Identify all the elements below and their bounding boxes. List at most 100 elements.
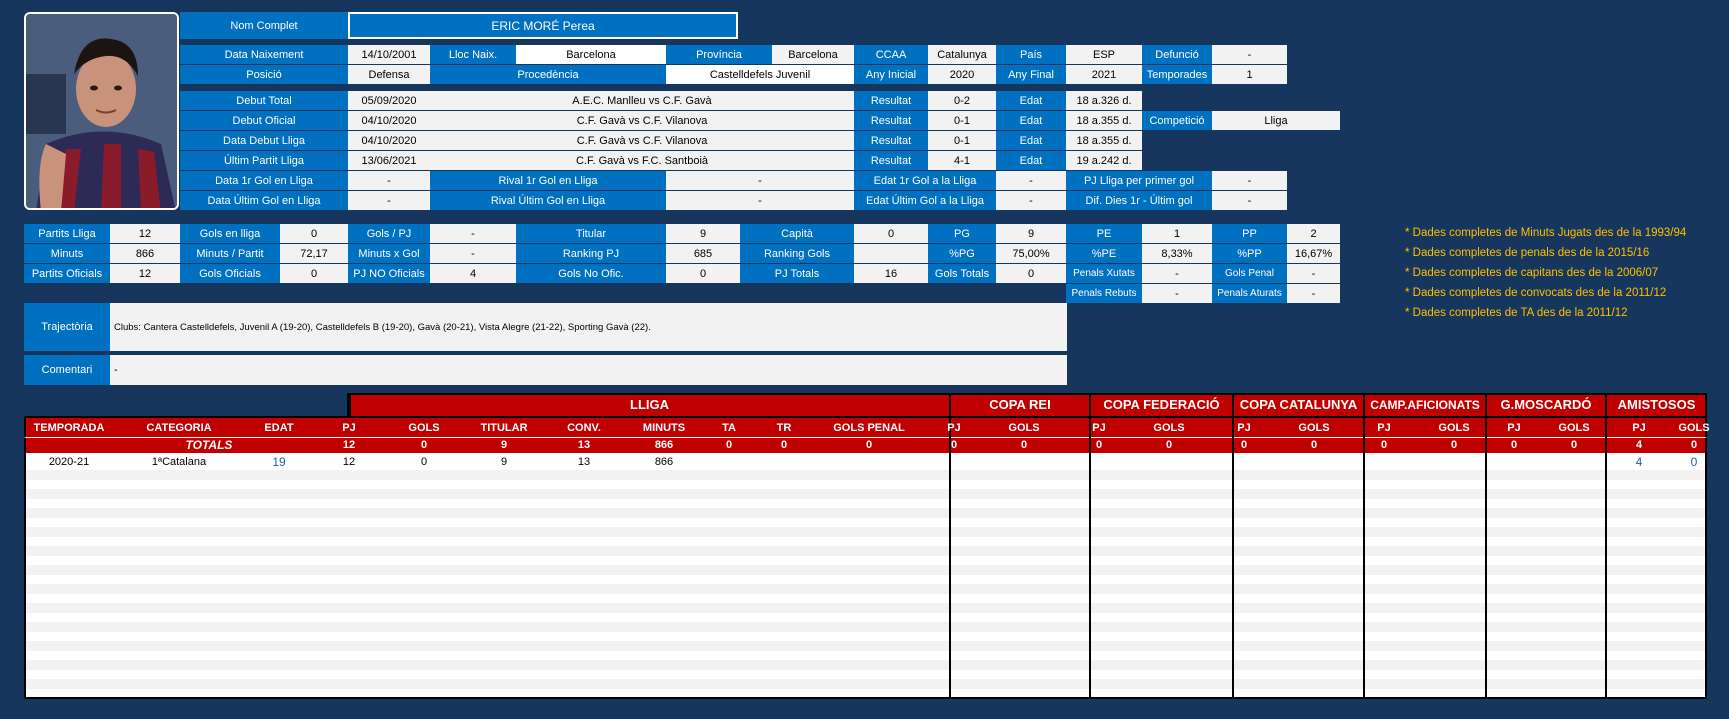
totals-conv: 13	[577, 439, 591, 451]
debut-age: 18 a.326 d.	[1066, 91, 1142, 110]
penals-rebuts-label: Penals Rebuts	[1066, 284, 1142, 303]
column-header-copa-rei-pj: PJ	[947, 421, 961, 434]
totals-pj: 12	[342, 439, 356, 451]
totals-minuts: 866	[654, 439, 674, 451]
totals-copa-rei-pj: 0	[950, 439, 958, 451]
pct-pp-label: %PP	[1212, 244, 1287, 263]
cell-categoria: 1ªCatalana	[151, 455, 207, 468]
debut-age: 19 a.242 d.	[1066, 151, 1142, 170]
cell-camp-afic-gols	[1424, 453, 1484, 470]
goal-age-label: Edat 1r Gol a la Lliga	[854, 171, 996, 190]
seasons-value: 1	[1212, 65, 1287, 84]
seasons-label: Temporades	[1142, 65, 1212, 84]
penals-rebuts-value: -	[1142, 284, 1212, 303]
partits-lliga-value: 12	[110, 224, 180, 243]
goal-info-value: -	[348, 191, 430, 210]
gols-totals-value: 0	[996, 264, 1066, 283]
column-header-moscardo-pj: PJ	[1507, 421, 1521, 434]
goal-extra-label: Dif. Dies 1r - Últim gol	[1066, 191, 1212, 210]
position-value: Defensa	[348, 65, 430, 84]
cell-moscardo-gols	[1544, 453, 1604, 470]
min-partit-label: Minuts / Partit	[180, 244, 280, 263]
debut-age-label: Edat	[996, 91, 1066, 110]
table-row	[26, 565, 1705, 575]
group-header-camp-aficionats: CAMP.AFICIONATS	[1370, 397, 1480, 412]
totals-camp-afic-gols: 0	[1450, 439, 1458, 451]
full-name-label: Nom Complet	[180, 12, 348, 39]
data-note: * Dades completes de Minuts Jugats des d…	[1405, 227, 1687, 239]
debut-result-label: Resultat	[854, 111, 928, 130]
column-header-categoria: CATEGORIA	[146, 421, 212, 434]
gols-oficials-value: 0	[280, 264, 348, 283]
column-header-ta: TA	[722, 421, 736, 434]
pj-no-oficials-label: PJ NO Oficials	[348, 264, 430, 283]
ranking-gols-label: Ranking Gols	[740, 244, 854, 263]
pe-label: PE	[1066, 224, 1142, 243]
debut-age-label: Edat	[996, 111, 1066, 130]
cell-temporada: 2020-21	[48, 455, 90, 468]
debut-label: Debut Oficial	[180, 111, 348, 130]
start-year-value: 2020	[928, 65, 996, 84]
position-label: Posició	[180, 65, 348, 84]
partits-oficials-label: Partits Oficials	[24, 264, 110, 283]
totals-tr: 0	[780, 439, 788, 451]
goal-age-value: -	[996, 171, 1066, 190]
gols-penal-value: -	[1287, 264, 1340, 283]
data-note: * Dades completes de TA des de la 2011/1…	[1405, 307, 1628, 319]
cell-copa-cat-pj	[1204, 453, 1284, 470]
goal-info-label: Data Últim Gol en Lliga	[180, 191, 348, 210]
table-row	[26, 470, 1705, 480]
goal-extra-value: -	[1212, 191, 1287, 210]
table-row	[26, 660, 1705, 670]
table-row	[26, 679, 1705, 689]
ccaa-label: CCAA	[854, 45, 928, 64]
ccaa-value: Catalunya	[928, 45, 996, 64]
debut-label: Data Debut Lliga	[180, 131, 348, 150]
cell-copa-fed-pj	[1064, 453, 1134, 470]
column-header-copa-fed-pj: PJ	[1092, 421, 1106, 434]
gols-pj-value: -	[430, 224, 516, 243]
death-label: Defunció	[1142, 45, 1212, 64]
debut-match: C.F. Gavà vs C.F. Vilanova	[430, 131, 854, 150]
data-note: * Dades completes de capitans des de la …	[1405, 267, 1659, 279]
table-row	[26, 527, 1705, 537]
debut-result-label: Resultat	[854, 91, 928, 110]
ranking-pj-label: Ranking PJ	[516, 244, 666, 263]
competition-label: Competició	[1142, 111, 1212, 130]
minuts-label: Minuts	[24, 244, 110, 263]
column-header-amistosos-gols: GOLS	[1678, 421, 1710, 434]
pj-totals-label: PJ Totals	[740, 264, 854, 283]
origin-label: Procedència	[430, 65, 666, 84]
column-header-amistosos-pj: PJ	[1632, 421, 1646, 434]
capita-label: Capità	[740, 224, 854, 243]
gols-oficials-label: Gols Oficials	[180, 264, 280, 283]
cell-edat: 19	[272, 454, 286, 469]
pg-label: PG	[928, 224, 996, 243]
titular-value: 9	[666, 224, 740, 243]
table-row	[26, 622, 1705, 632]
cell-copa-fed-gols	[1134, 453, 1204, 470]
cell-gols-penal	[814, 453, 924, 470]
totals-copa-rei-gols: 0	[1020, 439, 1028, 451]
partits-oficials-value: 12	[110, 264, 180, 283]
column-header-temporada: TEMPORADA	[33, 421, 105, 434]
column-header-titular: TITULAR	[480, 421, 528, 434]
minuts-value: 866	[110, 244, 180, 263]
ranking-pj-value: 685	[666, 244, 740, 263]
cell-amistosos-gols: 0	[1690, 454, 1698, 469]
totals-amistosos-pj: 4	[1635, 439, 1643, 451]
pp-value: 2	[1287, 224, 1340, 243]
pe-value: 1	[1142, 224, 1212, 243]
penals-aturats-value: -	[1287, 284, 1340, 303]
penals-xutats-value: -	[1142, 264, 1212, 283]
debut-label: Debut Total	[180, 91, 348, 110]
country-label: País	[996, 45, 1066, 64]
group-header-moscardo: G.MOSCARDÓ	[1500, 397, 1592, 412]
group-header-copa-catalunya: COPA CATALUNYA	[1239, 397, 1358, 412]
table-row	[26, 603, 1705, 613]
competition-value: Lliga	[1212, 111, 1340, 130]
table-row	[26, 508, 1705, 518]
column-header-copa-cat-gols: GOLS	[1298, 421, 1330, 434]
cell-pj: 12	[342, 455, 356, 468]
column-header-edat: EDAT	[264, 421, 294, 434]
